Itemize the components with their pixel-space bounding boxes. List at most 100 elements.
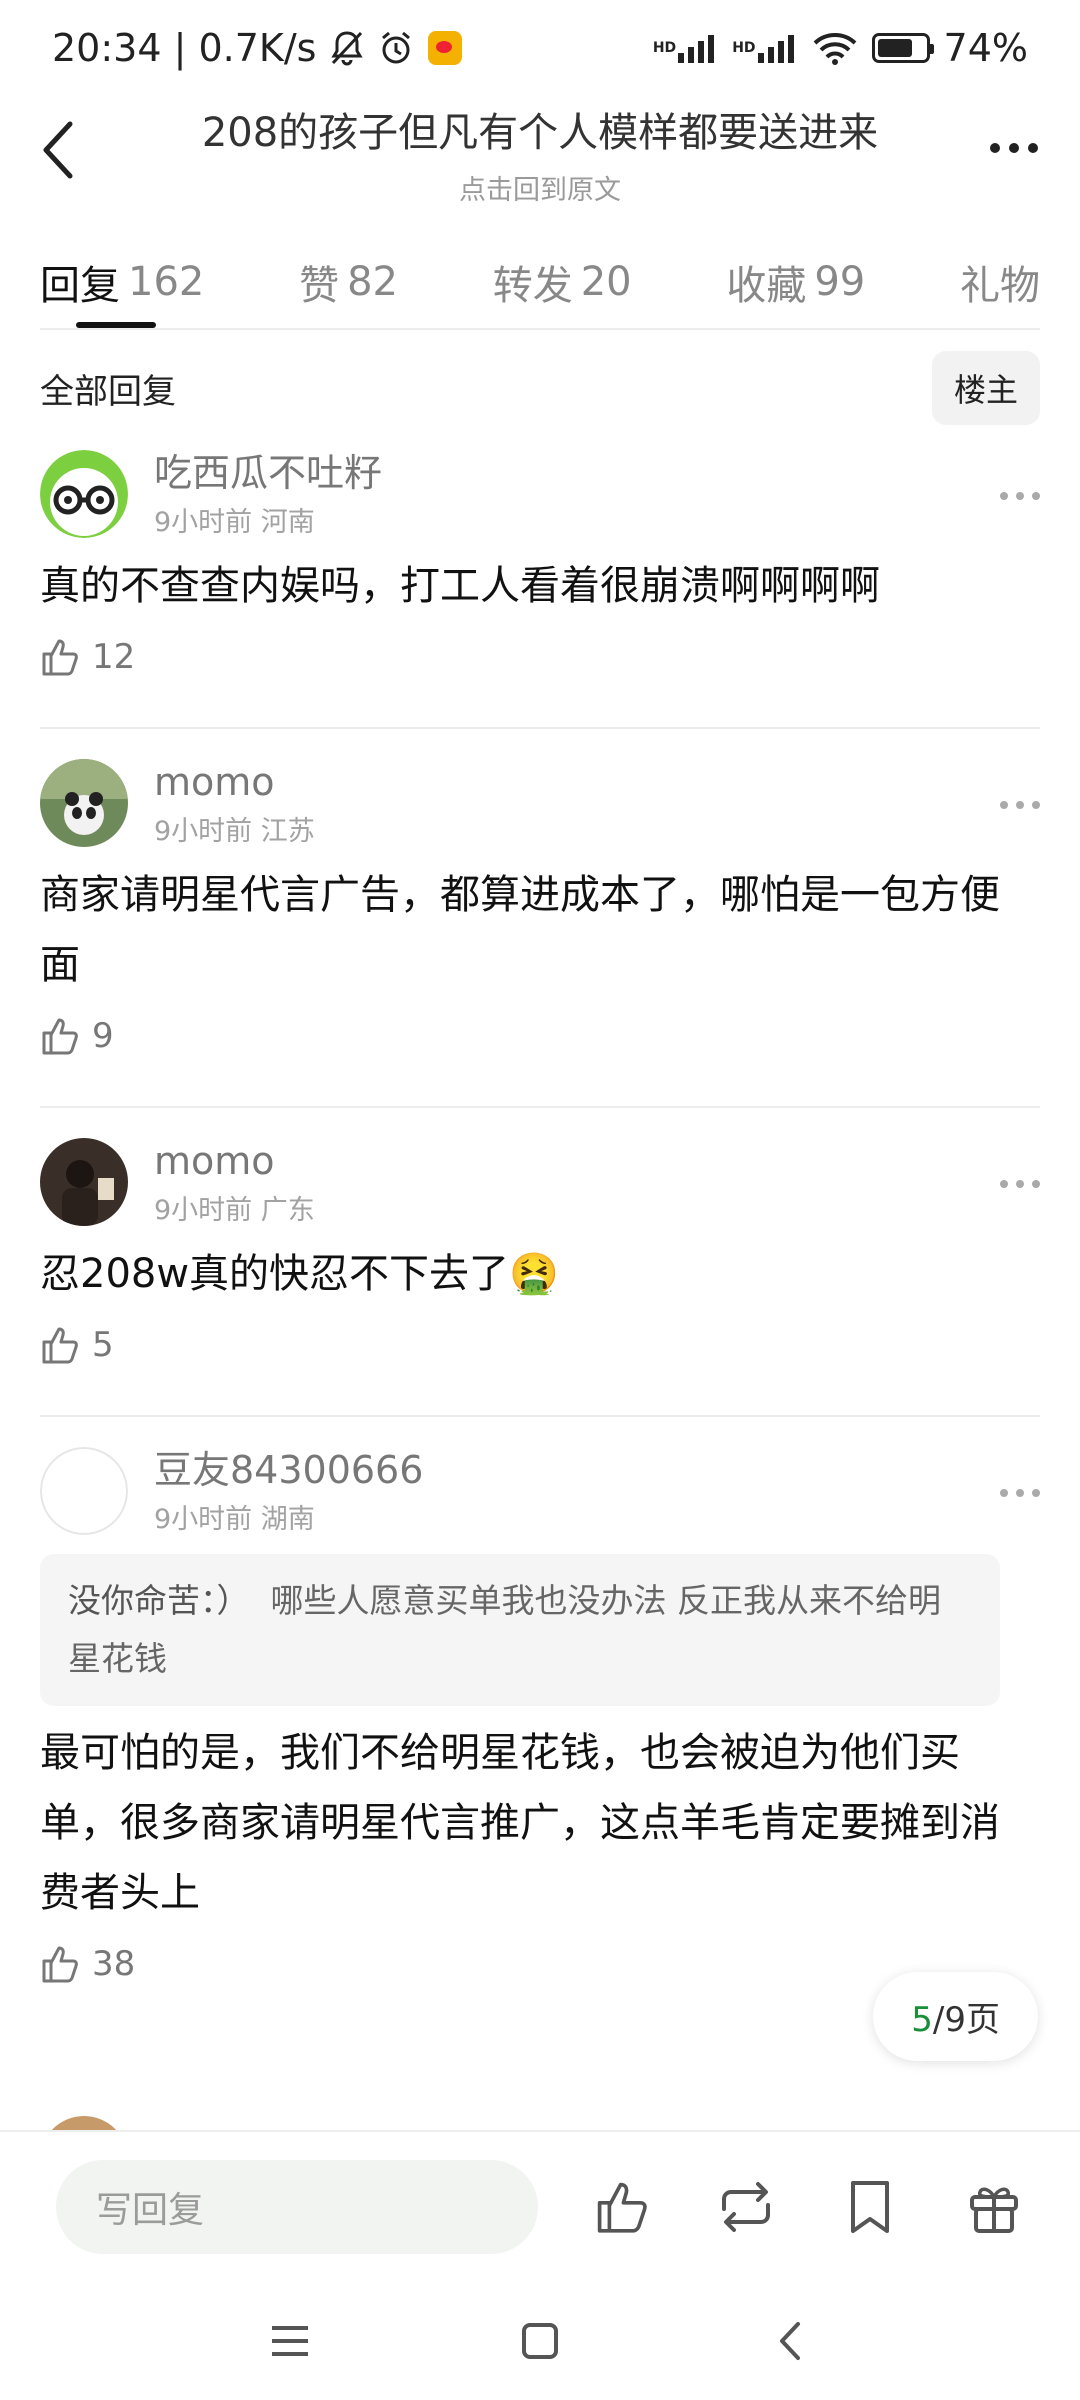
username[interactable]: 豆友84300666 — [154, 1447, 423, 1493]
bookmark-icon — [851, 2181, 889, 2233]
dot-icon — [1028, 143, 1038, 153]
gift-icon — [970, 2187, 1018, 2233]
owner-only-button[interactable]: 楼主 — [931, 351, 1040, 425]
dot-icon — [990, 143, 1000, 153]
more-options-button[interactable] — [976, 118, 1052, 178]
dot-icon — [1000, 801, 1008, 809]
tab-label: 收藏 — [726, 263, 807, 309]
tab-label: 赞 — [299, 263, 340, 309]
back-to-original-link[interactable]: 点击回到原文 — [150, 168, 930, 207]
like-count: 38 — [92, 1944, 136, 1984]
page-indicator[interactable]: 5/9页 — [873, 1972, 1038, 2061]
nav-menu-button[interactable] — [260, 2311, 320, 2371]
nav-back-button[interactable] — [760, 2311, 820, 2371]
menu-icon — [272, 2326, 308, 2356]
dot-icon — [1000, 1489, 1008, 1497]
like-post-button[interactable] — [592, 2177, 652, 2237]
like-button[interactable]: 38 — [40, 1944, 1040, 1984]
repost-icon — [722, 2182, 770, 2232]
comment-text: 忍208w真的快忍不下去了🤮 — [40, 1251, 559, 1297]
username[interactable]: 吃西瓜不吐籽 — [154, 450, 382, 496]
status-left: 20:34 | 0.7K/s — [52, 26, 463, 70]
like-button[interactable]: 12 — [40, 637, 1040, 677]
comment-text: 真的不查查内娱吗，打工人看着很崩溃啊啊啊啊 — [40, 563, 880, 609]
comment-time: 9小时前 — [154, 507, 253, 538]
thumbs-up-icon — [42, 1946, 78, 1983]
thumbs-up-icon — [597, 2182, 647, 2233]
comment-meta: 9小时前 江苏 — [154, 809, 315, 848]
back-chevron-icon — [780, 2322, 800, 2360]
comment-list: 吃西瓜不吐籽 9小时前 河南 真的不查查内娱吗，打工人看着很崩溃啊啊啊啊 12 — [40, 450, 1080, 1984]
comment-meta: 9小时前 河南 — [154, 500, 382, 539]
quoted-reply[interactable]: 没你命苦：） 哪些人愿意买单我也没办法 反正我从来不给明星花钱 — [40, 1554, 1000, 1706]
comment-meta: 9小时前 湖南 — [154, 1497, 423, 1536]
avatar[interactable] — [40, 1138, 128, 1226]
avatar[interactable] — [40, 1447, 128, 1535]
like-count: 9 — [92, 1016, 114, 1056]
dot-icon — [1032, 801, 1040, 809]
home-square-icon — [522, 2323, 558, 2359]
thumbs-up-icon — [42, 1327, 78, 1364]
comment-location: 河南 — [260, 507, 315, 538]
tab-reposts[interactable]: 转发 20 — [493, 236, 632, 328]
comment-more-button[interactable] — [1000, 1180, 1040, 1188]
avatar-glasses-icon — [40, 450, 128, 538]
tab-label: 礼物 — [959, 263, 1040, 309]
nav-home-button[interactable] — [510, 2311, 570, 2371]
dot-icon — [1016, 1489, 1024, 1497]
thumbs-up-icon — [42, 1018, 78, 1055]
like-count: 12 — [92, 637, 136, 677]
like-button[interactable]: 5 — [40, 1325, 1040, 1365]
dot-icon — [1016, 492, 1024, 500]
status-bar: 20:34 | 0.7K/s HD HD 74% — [0, 0, 1080, 96]
username[interactable]: momo — [154, 1138, 315, 1184]
back-button[interactable] — [28, 114, 88, 186]
total-pages: /9页 — [932, 2000, 1000, 2040]
comment-more-button[interactable] — [1000, 1489, 1040, 1497]
tab-label: 回复 — [40, 263, 120, 309]
battery-icon — [871, 33, 934, 63]
divider — [40, 1106, 1040, 1108]
hd-label-1: HD — [652, 40, 677, 56]
dot-icon — [1000, 1180, 1008, 1188]
comment-item: momo 9小时前 广东 忍208w真的快忍不下去了🤮 5 — [40, 1138, 1080, 1417]
like-button[interactable]: 9 — [40, 1016, 1040, 1056]
avatar-panda-icon — [40, 759, 128, 847]
avatar[interactable] — [40, 450, 128, 538]
status-right: HD HD 74% — [653, 26, 1028, 70]
dot-icon — [1032, 492, 1040, 500]
comment-item: 豆友84300666 9小时前 湖南 没你命苦：） 哪些人愿意买单我也没办法 反… — [40, 1447, 1080, 1984]
quoted-username: 没你命苦：） — [68, 1581, 250, 1620]
reply-placeholder: 写回复 — [96, 2190, 205, 2231]
tab-bar: 回复 162 赞 82 转发 20 收藏 99 礼物 — [40, 236, 1040, 330]
reply-input[interactable]: 写回复 — [56, 2160, 538, 2254]
signal-1-icon: HD — [653, 33, 718, 63]
weibo-notification-icon — [428, 31, 463, 65]
dot-icon — [1016, 801, 1024, 809]
tab-favorites[interactable]: 收藏 99 — [726, 236, 865, 328]
wifi-icon — [812, 31, 858, 65]
comment-more-button[interactable] — [1000, 492, 1040, 500]
comment-location: 湖南 — [260, 1504, 315, 1535]
filter-row: 全部回复 楼主 — [40, 350, 1040, 426]
tab-replies[interactable]: 回复 162 — [40, 236, 204, 328]
tab-likes[interactable]: 赞 82 — [299, 236, 398, 328]
username[interactable]: momo — [154, 759, 315, 805]
tab-count: 82 — [347, 259, 398, 305]
gift-button[interactable] — [964, 2177, 1024, 2237]
comment-more-button[interactable] — [1000, 801, 1040, 809]
screen: 20:34 | 0.7K/s HD HD 74% 208的孩子但凡有个人模样都要… — [0, 0, 1080, 2400]
comment-item: momo 9小时前 江苏 商家请明星代言广告，都算进成本了，哪怕是一包方便面 9 — [40, 759, 1080, 1108]
comment-location: 江苏 — [260, 816, 315, 847]
title-area[interactable]: 208的孩子但凡有个人模样都要送进来 点击回到原文 — [150, 100, 930, 207]
comment-meta: 9小时前 广东 — [154, 1188, 315, 1227]
dot-icon — [1009, 143, 1019, 153]
tab-gifts[interactable]: 礼物 — [960, 236, 1040, 328]
all-replies-label[interactable]: 全部回复 — [40, 364, 176, 413]
alarm-icon — [378, 30, 414, 66]
favorite-button[interactable] — [840, 2177, 900, 2237]
system-nav-bar — [0, 2282, 1080, 2400]
repost-button[interactable] — [716, 2177, 776, 2237]
avatar[interactable] — [40, 759, 128, 847]
battery-percent: 74% — [943, 26, 1028, 70]
